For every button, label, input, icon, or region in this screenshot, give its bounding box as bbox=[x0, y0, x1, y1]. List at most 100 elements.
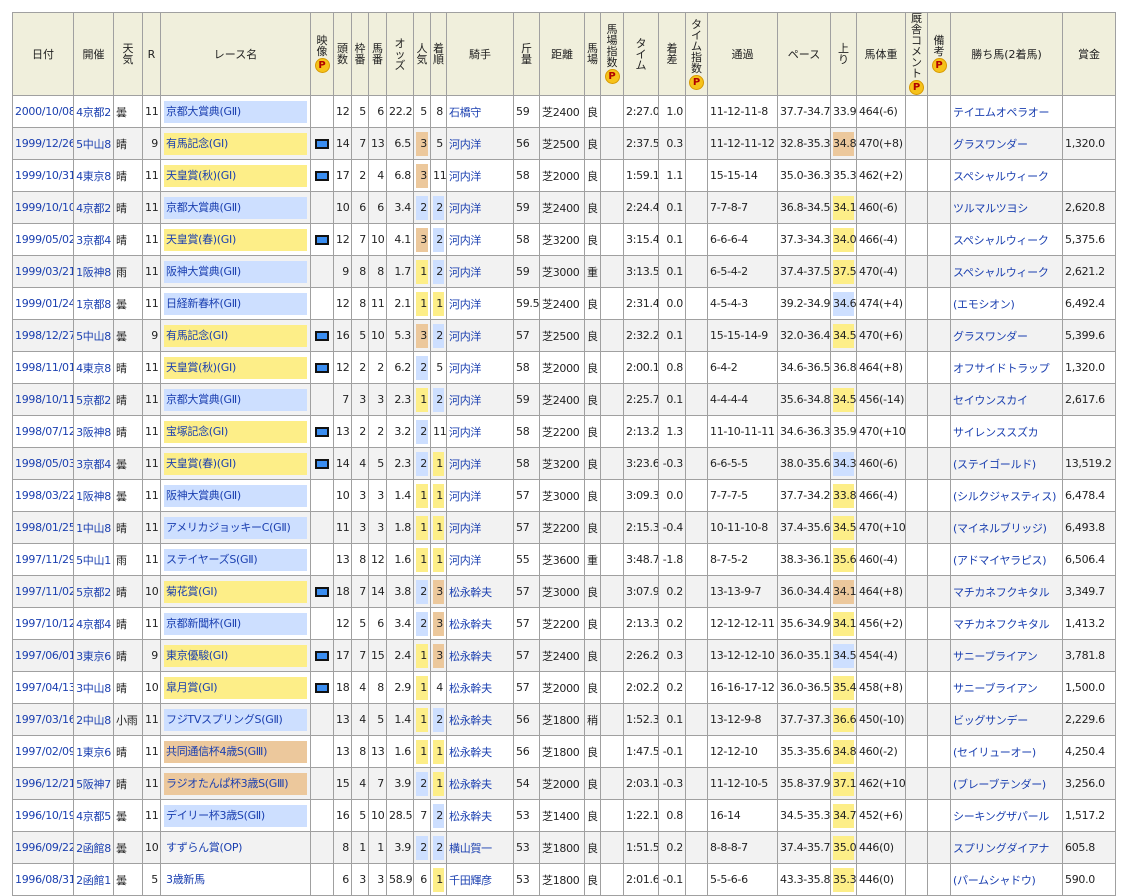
winner-cell[interactable]: スペシャルウィーク bbox=[950, 223, 1063, 256]
jockey-cell[interactable]: 河内洋 bbox=[446, 447, 514, 480]
race-name-cell[interactable]: 京都大賞典(GⅡ) bbox=[160, 191, 311, 224]
video-cell[interactable] bbox=[310, 415, 334, 448]
date-cell[interactable]: 2000/10/08 bbox=[12, 95, 74, 128]
winner-cell[interactable]: マチカネフクキタル bbox=[950, 607, 1063, 640]
winner-cell[interactable]: スペシャルウィーク bbox=[950, 255, 1063, 288]
kaisai-cell[interactable]: 2函館8 bbox=[73, 831, 114, 864]
race-name-link[interactable]: 皐月賞(GⅠ) bbox=[164, 676, 307, 699]
kaisai-cell[interactable]: 1中山8 bbox=[73, 511, 114, 544]
winner-cell[interactable]: グラスワンダー bbox=[950, 127, 1063, 160]
winner-cell[interactable]: スペシャルウィーク bbox=[950, 159, 1063, 192]
jockey-cell-link[interactable]: 河内洋 bbox=[449, 234, 481, 247]
kaisai-cell-link[interactable]: 3中山8 bbox=[76, 682, 111, 695]
race-name-link[interactable]: 天皇賞(秋)(GⅠ) bbox=[164, 164, 307, 187]
jockey-cell[interactable]: 松永幹夫 bbox=[446, 767, 514, 800]
premium-p-icon[interactable]: P bbox=[909, 80, 924, 95]
kaisai-cell[interactable]: 4東京8 bbox=[73, 351, 114, 384]
winner-cell-link[interactable]: (アドマイヤラピス) bbox=[953, 554, 1047, 567]
winner-cell-link[interactable]: サニーブライアン bbox=[953, 650, 1038, 663]
jockey-cell-link[interactable]: 松永幹夫 bbox=[449, 586, 492, 599]
kaisai-cell[interactable]: 1東京6 bbox=[73, 735, 114, 768]
kaisai-cell[interactable]: 5中山8 bbox=[73, 319, 114, 352]
date-cell[interactable]: 1997/11/02 bbox=[12, 575, 74, 608]
winner-cell[interactable]: (ブレーブテンダー) bbox=[950, 767, 1063, 800]
kaisai-cell[interactable]: 5阪神7 bbox=[73, 767, 114, 800]
jockey-cell[interactable]: 河内洋 bbox=[446, 319, 514, 352]
race-name-cell[interactable]: 有馬記念(GⅠ) bbox=[160, 127, 311, 160]
kaisai-cell-link[interactable]: 4京都2 bbox=[76, 202, 111, 215]
winner-cell-link[interactable]: (エモシオン) bbox=[953, 298, 1015, 311]
race-name-link[interactable]: デイリー杯3歳S(GⅡ) bbox=[164, 804, 307, 827]
kaisai-cell[interactable]: 2中山8 bbox=[73, 703, 114, 736]
race-name-cell[interactable]: ステイヤーズS(GⅡ) bbox=[160, 543, 311, 576]
kaisai-cell[interactable]: 3阪神8 bbox=[73, 415, 114, 448]
race-name-link[interactable]: 京都大賞典(GⅡ) bbox=[164, 196, 307, 219]
race-name-link[interactable]: 京都大賞典(GⅡ) bbox=[164, 100, 307, 123]
kaisai-cell[interactable]: 3中山8 bbox=[73, 671, 114, 704]
winner-cell-link[interactable]: テイエムオペラオー bbox=[953, 106, 1050, 119]
date-cell-link[interactable]: 1997/04/13 bbox=[15, 681, 73, 694]
date-cell[interactable]: 1998/10/11 bbox=[12, 383, 74, 416]
winner-cell[interactable]: サニーブライアン bbox=[950, 639, 1063, 672]
jockey-cell[interactable]: 松永幹夫 bbox=[446, 607, 514, 640]
date-cell[interactable]: 1996/09/22 bbox=[12, 831, 74, 864]
kaisai-cell-link[interactable]: 3東京6 bbox=[76, 650, 111, 663]
winner-cell[interactable]: (シルクジャスティス) bbox=[950, 479, 1063, 512]
date-cell-link[interactable]: 1998/03/22 bbox=[15, 489, 73, 502]
premium-p-icon[interactable]: P bbox=[689, 74, 704, 90]
kaisai-cell-link[interactable]: 2中山8 bbox=[76, 714, 111, 727]
kaisai-cell-link[interactable]: 1阪神8 bbox=[76, 266, 111, 279]
kaisai-cell[interactable]: 3東京6 bbox=[73, 639, 114, 672]
kaisai-cell-link[interactable]: 1京都8 bbox=[76, 298, 111, 311]
winner-cell[interactable]: スプリングダイアナ bbox=[950, 831, 1063, 864]
jockey-cell-link[interactable]: 松永幹夫 bbox=[449, 714, 492, 727]
jockey-cell-link[interactable]: 河内洋 bbox=[449, 522, 481, 535]
winner-cell[interactable]: (パームシャドウ) bbox=[950, 863, 1063, 896]
race-name-cell[interactable]: 菊花賞(GⅠ) bbox=[160, 575, 311, 608]
jockey-cell[interactable]: 河内洋 bbox=[446, 479, 514, 512]
race-name-link[interactable]: 阪神大賞典(GⅡ) bbox=[164, 484, 307, 507]
jockey-cell[interactable]: 河内洋 bbox=[446, 159, 514, 192]
winner-cell-link[interactable]: グラスワンダー bbox=[953, 138, 1028, 151]
date-cell[interactable]: 1996/08/31 bbox=[12, 863, 74, 896]
date-cell[interactable]: 1998/03/22 bbox=[12, 479, 74, 512]
race-name-cell[interactable]: 天皇賞(秋)(GⅠ) bbox=[160, 351, 311, 384]
winner-cell[interactable]: セイウンスカイ bbox=[950, 383, 1063, 416]
kaisai-cell-link[interactable]: 4京都4 bbox=[76, 618, 111, 631]
date-cell[interactable]: 1998/12/27 bbox=[12, 319, 74, 352]
winner-cell[interactable]: グラスワンダー bbox=[950, 319, 1063, 352]
jockey-cell[interactable]: 松永幹夫 bbox=[446, 671, 514, 704]
race-name-link[interactable]: 天皇賞(春)(GⅠ) bbox=[164, 228, 307, 251]
jockey-cell[interactable]: 河内洋 bbox=[446, 223, 514, 256]
premium-p-icon[interactable]: P bbox=[931, 58, 947, 73]
video-icon[interactable] bbox=[315, 683, 329, 693]
kaisai-cell-link[interactable]: 5中山8 bbox=[76, 330, 111, 343]
kaisai-cell-link[interactable]: 3京都4 bbox=[76, 458, 111, 471]
winner-cell[interactable]: ビッグサンデー bbox=[950, 703, 1063, 736]
winner-cell-link[interactable]: (パームシャドウ) bbox=[953, 874, 1036, 887]
winner-cell[interactable]: マチカネフクキタル bbox=[950, 575, 1063, 608]
race-name-link[interactable]: 宝塚記念(GⅠ) bbox=[164, 420, 307, 443]
race-name-cell[interactable]: アメリカジョッキーC(GⅡ) bbox=[160, 511, 311, 544]
date-cell-link[interactable]: 1996/09/22 bbox=[15, 841, 73, 854]
jockey-cell-link[interactable]: 松永幹夫 bbox=[449, 682, 492, 695]
race-name-link[interactable]: 京都新聞杯(GⅡ) bbox=[164, 612, 307, 635]
video-cell[interactable] bbox=[310, 639, 334, 672]
date-cell[interactable]: 1998/11/01 bbox=[12, 351, 74, 384]
winner-cell-link[interactable]: セイウンスカイ bbox=[953, 394, 1028, 407]
winner-cell-link[interactable]: スペシャルウィーク bbox=[953, 234, 1049, 247]
jockey-cell[interactable]: 松永幹夫 bbox=[446, 799, 514, 832]
jockey-cell-link[interactable]: 石橋守 bbox=[449, 106, 481, 119]
date-cell-link[interactable]: 1998/11/01 bbox=[15, 361, 73, 374]
date-cell-link[interactable]: 1998/10/11 bbox=[15, 393, 73, 406]
date-cell[interactable]: 1998/01/25 bbox=[12, 511, 74, 544]
race-name-link[interactable]: 有馬記念(GⅠ) bbox=[164, 132, 307, 155]
winner-cell-link[interactable]: マチカネフクキタル bbox=[953, 586, 1050, 599]
video-icon[interactable] bbox=[315, 235, 329, 245]
winner-cell[interactable]: オフサイドトラップ bbox=[950, 351, 1063, 384]
date-cell[interactable]: 1998/05/03 bbox=[12, 447, 74, 480]
jockey-cell[interactable]: 河内洋 bbox=[446, 255, 514, 288]
jockey-cell[interactable]: 松永幹夫 bbox=[446, 703, 514, 736]
race-name-cell[interactable]: 宝塚記念(GⅠ) bbox=[160, 415, 311, 448]
date-cell-link[interactable]: 1996/10/19 bbox=[15, 809, 73, 822]
